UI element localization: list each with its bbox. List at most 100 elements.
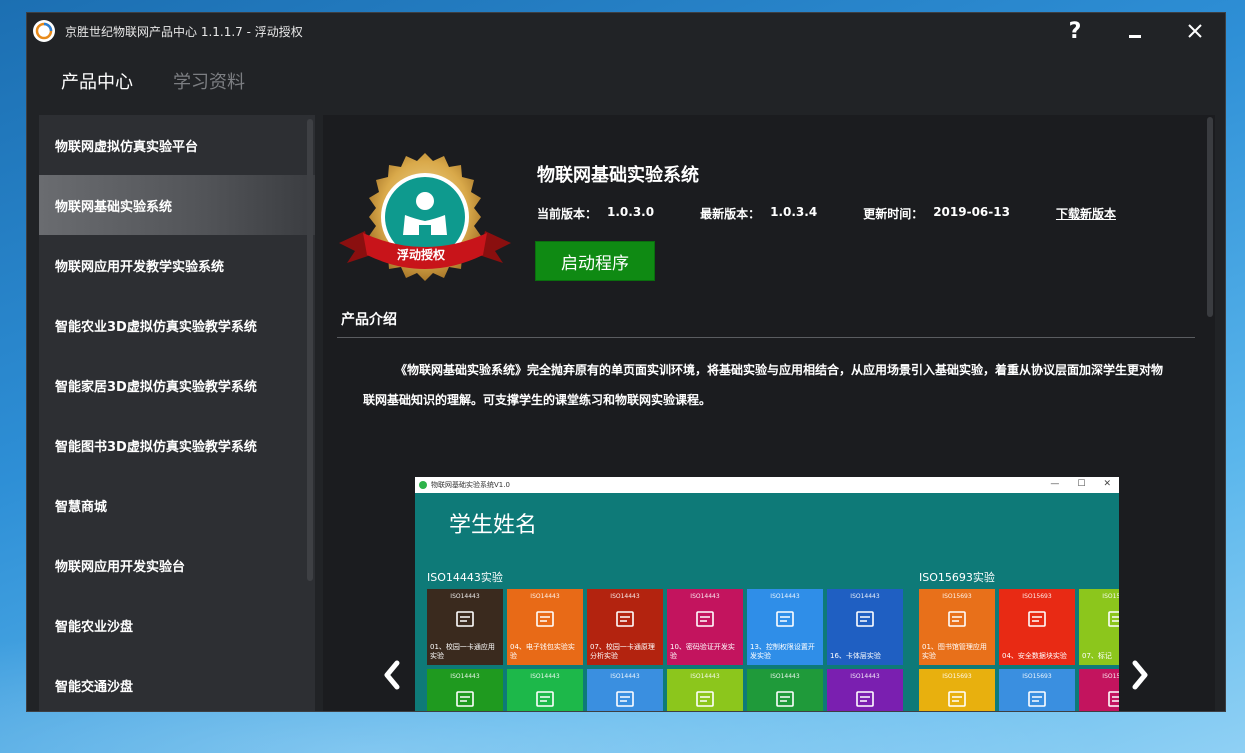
screenshot-tile: ISO15693 — [1079, 669, 1119, 711]
sidebar-item-iot-virtual-platform[interactable]: 物联网虚拟仿真实验平台 — [39, 115, 315, 175]
tile-experiment-icon — [1028, 611, 1046, 627]
version-info: 当前版本： 1.0.3.0 最新版本： 1.0.3.4 更新时间： 2019-0… — [537, 205, 1116, 222]
sidebar-item-smart-mall[interactable]: 智慧商城 — [39, 475, 315, 535]
current-version-label: 当前版本： — [537, 207, 598, 221]
tile-iso-label: ISO15693 — [1022, 593, 1052, 600]
chevron-right-icon — [1132, 660, 1148, 690]
tile-caption: 07、校园一卡通原理分析实验 — [590, 643, 655, 660]
top-nav: 产品中心 学习资料 — [27, 49, 1225, 113]
tile-caption: 01、校园一卡通应用实验 — [430, 643, 495, 660]
screenshot-titlebar: 物联网基础实验系统V1.0 — ☐ ✕ — [415, 477, 1119, 493]
sidebar-item-smart-agriculture-3d[interactable]: 智能农业3D虚拟仿真实验教学系统 — [39, 295, 315, 355]
tile-experiment-icon — [696, 611, 714, 627]
sidebar: 物联网虚拟仿真实验平台 物联网基础实验系统 物联网应用开发教学实验系统 智能农业… — [39, 115, 315, 711]
chevron-left-icon — [384, 660, 400, 690]
tile-iso-label: ISO14443 — [770, 673, 800, 680]
sidebar-item-traffic-sandbox[interactable]: 智能交通沙盘 — [39, 655, 315, 711]
current-version-value: 1.0.3.0 — [607, 205, 655, 219]
sidebar-item-iot-basic-system[interactable]: 物联网基础实验系统 — [39, 175, 315, 235]
tile-iso-label: ISO15693 — [1022, 673, 1052, 680]
screenshot-tile: ISO14443 — [507, 669, 583, 711]
help-icon: ? — [1068, 18, 1082, 44]
sidebar-item-iot-dev-bench[interactable]: 物联网应用开发实验台 — [39, 535, 315, 595]
latest-version-label: 最新版本： — [700, 207, 761, 221]
tile-experiment-icon — [1108, 691, 1119, 707]
screenshot-student-name: 学生姓名 — [449, 513, 538, 538]
screenshot-maximize-icon: ☐ — [1077, 479, 1086, 489]
update-time-label: 更新时间： — [863, 207, 924, 221]
screenshot-tile: ISO15693 04、安全数据块实验 — [999, 589, 1075, 665]
screenshot-tile: ISO14443 04、电子钱包实验实验 — [507, 589, 583, 665]
tab-product-center[interactable]: 产品中心 — [61, 68, 133, 94]
license-badge-icon — [339, 153, 511, 281]
tile-experiment-icon — [616, 691, 634, 707]
sidebar-item-smart-library-3d[interactable]: 智能图书3D虚拟仿真实验教学系统 — [39, 415, 315, 475]
next-screenshot-button[interactable] — [1125, 655, 1155, 695]
badge-label: 浮动授权 — [397, 248, 446, 262]
sidebar-scrollbar[interactable] — [307, 119, 313, 581]
sidebar-item-iot-app-dev-teaching[interactable]: 物联网应用开发教学实验系统 — [39, 235, 315, 295]
product-title: 物联网基础实验系统 — [537, 165, 699, 186]
tile-experiment-icon — [456, 691, 474, 707]
tile-experiment-icon — [1028, 691, 1046, 707]
tile-iso-label: ISO14443 — [850, 673, 880, 680]
tile-experiment-icon — [1108, 611, 1119, 627]
tile-iso-label: ISO15693 — [1102, 593, 1119, 600]
sidebar-item-smart-home-3d[interactable]: 智能家居3D虚拟仿真实验教学系统 — [39, 355, 315, 415]
screenshot-left-section: ISO14443实验 — [427, 571, 503, 584]
product-screenshot: 物联网基础实验系统V1.0 — ☐ ✕ 学生姓名 ISO14443实验 ISO1… — [415, 477, 1119, 711]
launch-program-button[interactable]: 启动程序 — [535, 241, 655, 281]
tile-iso-label: ISO14443 — [850, 593, 880, 600]
screenshot-tiles-left: ISO14443 01、校园一卡通应用实验 ISO14443 04、电子钱包实验实验 I… — [427, 589, 903, 711]
tile-iso-label: ISO14443 — [690, 593, 720, 600]
screenshot-tile: ISO14443 — [827, 669, 903, 711]
screenshot-tile: ISO15693 01、图书馆管理应用实验 — [919, 589, 995, 665]
tile-caption: 13、控制权限设置开发实验 — [750, 643, 815, 660]
app-logo-icon — [33, 20, 55, 42]
tile-experiment-icon — [948, 691, 966, 707]
screenshot-tile: ISO15693 — [999, 669, 1075, 711]
screenshot-tiles-right: ISO15693 01、图书馆管理应用实验 ISO15693 04、安全数据块实验 IS… — [919, 589, 1119, 711]
tile-iso-label: ISO14443 — [690, 673, 720, 680]
screenshot-tile: ISO14443 07、校园一卡通原理分析实验 — [587, 589, 663, 665]
tab-learning-materials[interactable]: 学习资料 — [173, 68, 245, 94]
screenshot-tile: ISO14443 10、密码验证开发实验 — [667, 589, 743, 665]
app-window: 京胜世纪物联网产品中心 1.1.1.7 - 浮动授权 ? 产品中心 学习资料 物… — [26, 12, 1226, 712]
screenshot-tile: ISO14443 — [667, 669, 743, 711]
tile-experiment-icon — [948, 611, 966, 627]
tile-caption: 16、卡体层实验 — [830, 652, 881, 660]
sidebar-item-agriculture-sandbox[interactable]: 智能农业沙盘 — [39, 595, 315, 655]
help-button[interactable]: ? — [1045, 13, 1105, 49]
screenshot-minimize-icon: — — [1050, 479, 1060, 489]
main-scrollbar[interactable] — [1207, 117, 1213, 317]
minimize-button[interactable] — [1105, 13, 1165, 49]
title-bar: 京胜世纪物联网产品中心 1.1.1.7 - 浮动授权 ? — [27, 13, 1225, 49]
screenshot-right-section: ISO15693实验 — [919, 571, 995, 584]
tile-experiment-icon — [856, 691, 874, 707]
screenshot-tile: ISO14443 13、控制权限设置开发实验 — [747, 589, 823, 665]
tile-caption: 04、电子钱包实验实验 — [510, 643, 575, 660]
screenshot-tile: ISO14443 16、卡体层实验 — [827, 589, 903, 665]
tile-iso-label: ISO14443 — [610, 673, 640, 680]
screenshot-tile: ISO14443 — [747, 669, 823, 711]
window-title: 京胜世纪物联网产品中心 1.1.1.7 - 浮动授权 — [65, 24, 303, 39]
screenshot-close-icon: ✕ — [1103, 479, 1111, 489]
product-intro-heading: 产品介绍 — [341, 312, 397, 328]
product-detail-panel: 浮动授权 物联网基础实验系统 当前版本： 1.0.3.0 最新版本： 1.0.3… — [323, 115, 1215, 711]
prev-screenshot-button[interactable] — [377, 655, 407, 695]
tile-experiment-icon — [536, 691, 554, 707]
screenshot-app-icon — [419, 481, 427, 489]
tile-caption: 01、图书馆管理应用实验 — [922, 643, 987, 660]
tile-iso-label: ISO15693 — [1102, 673, 1119, 680]
tile-caption: 10、密码验证开发实验 — [670, 643, 735, 660]
tile-experiment-icon — [536, 611, 554, 627]
screenshot-tile: ISO15693 07、标记 — [1079, 589, 1119, 665]
tile-experiment-icon — [696, 691, 714, 707]
tile-iso-label: ISO14443 — [530, 673, 560, 680]
tile-iso-label: ISO14443 — [770, 593, 800, 600]
close-button[interactable] — [1165, 13, 1225, 49]
download-new-version-link[interactable]: 下载新版本 — [1056, 205, 1116, 222]
tile-experiment-icon — [616, 611, 634, 627]
screenshot-tile: ISO14443 — [587, 669, 663, 711]
screenshot-tile: ISO14443 — [427, 669, 503, 711]
